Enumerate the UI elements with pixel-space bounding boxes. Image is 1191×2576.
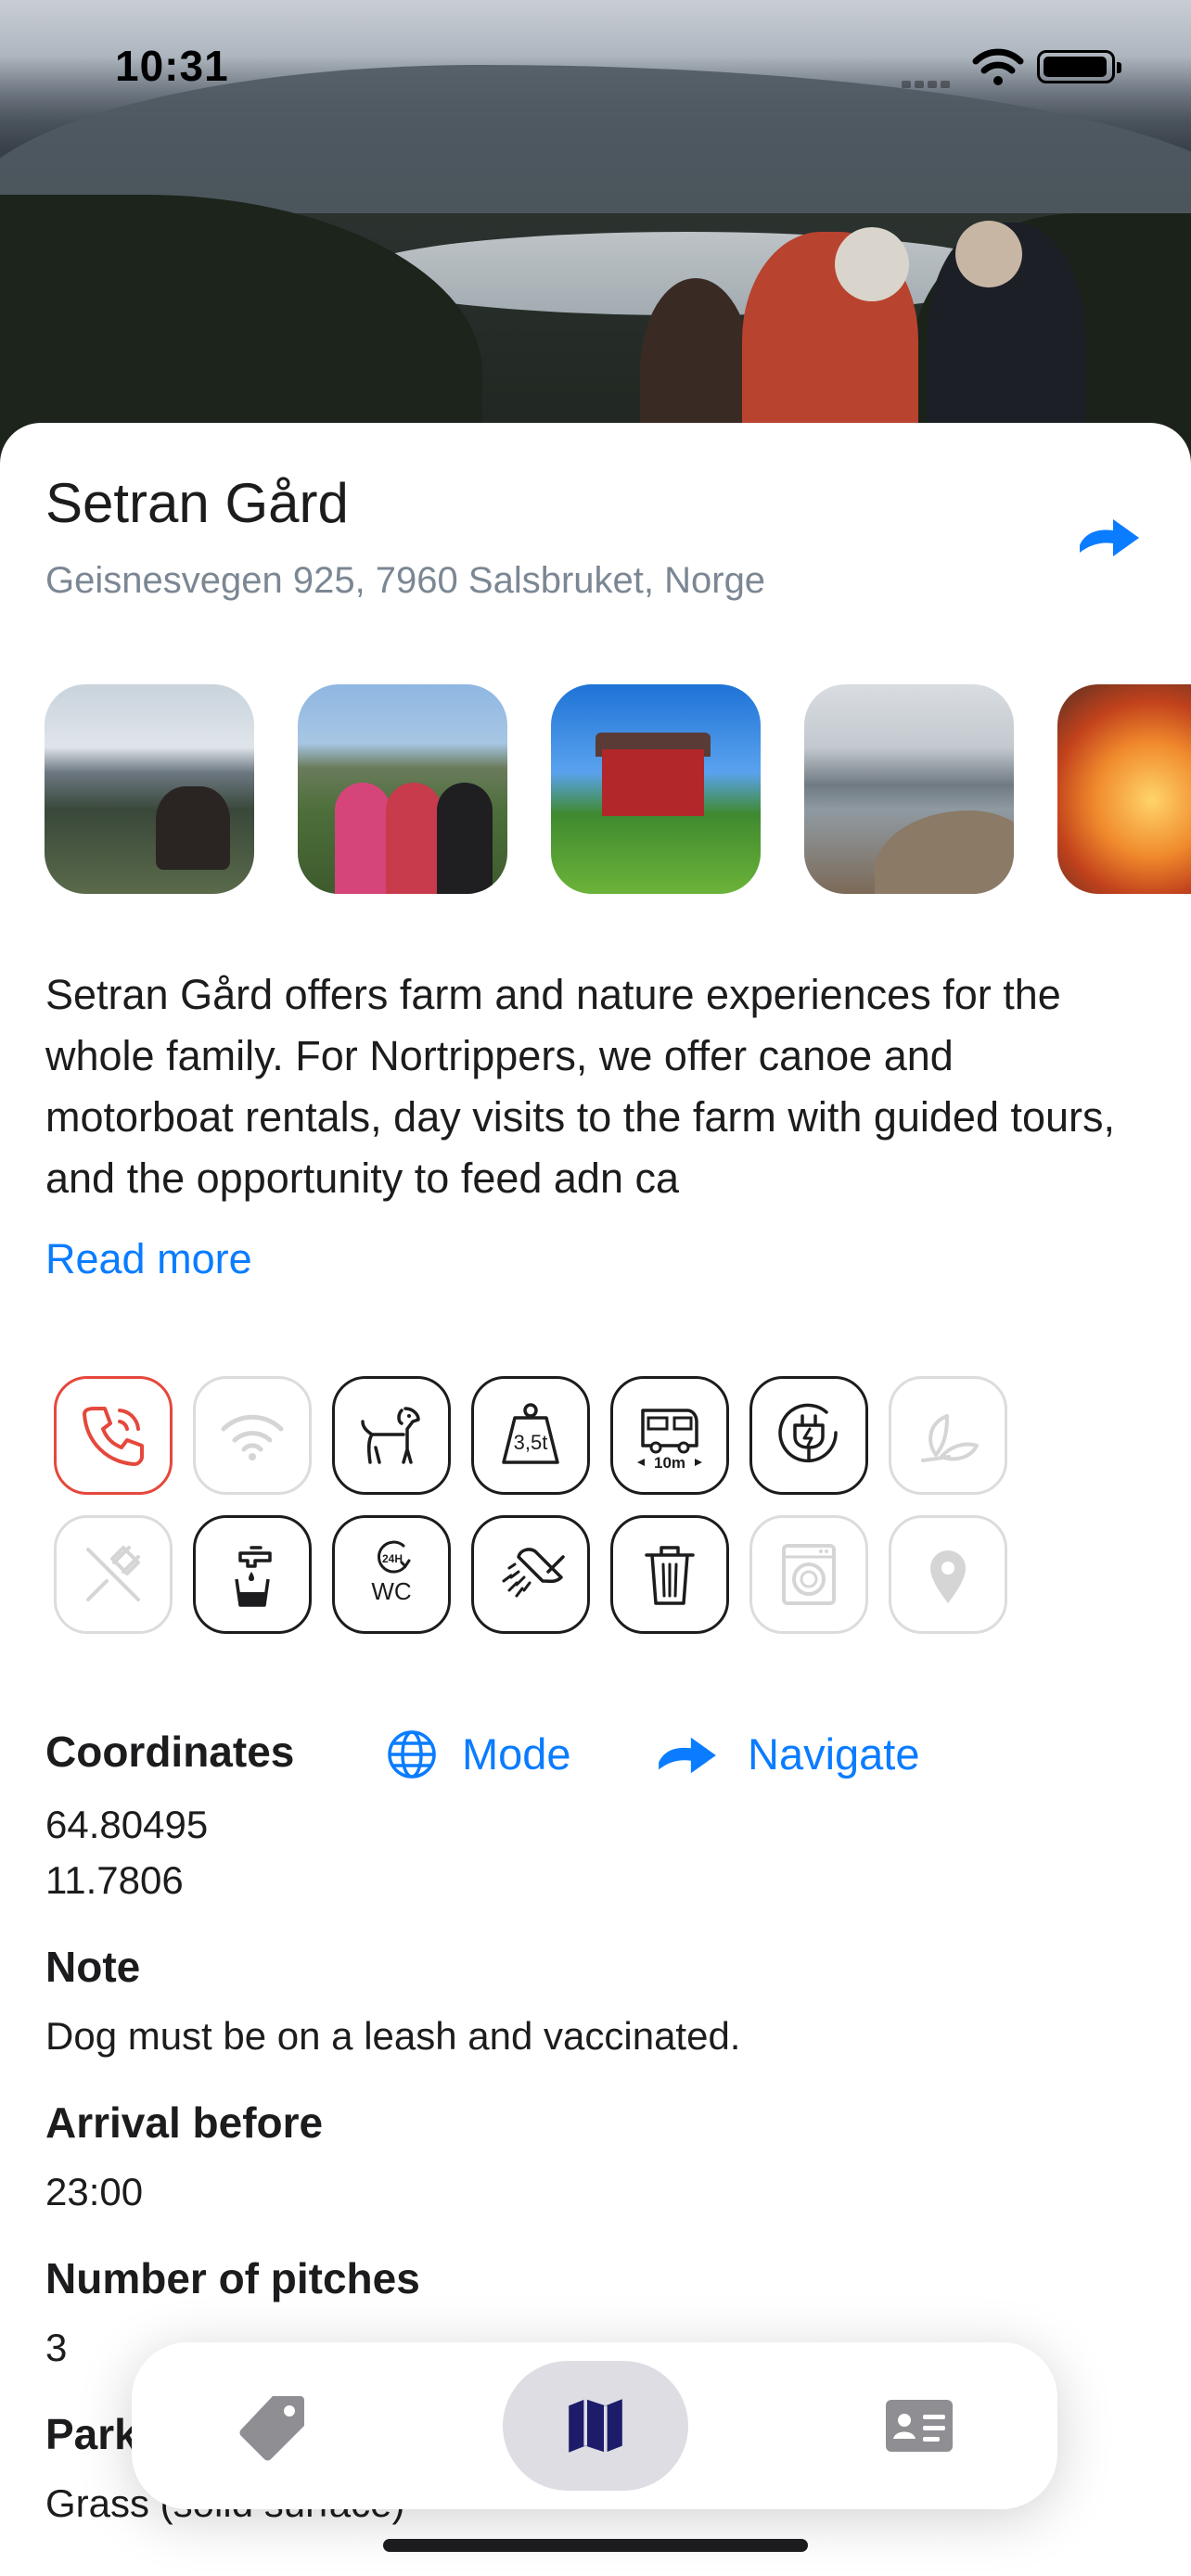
id-card-icon [886,2400,953,2452]
place-address: Geisnesvegen 925, 7960 Salsbruket, Norge [45,560,766,601]
water-tap-icon[interactable] [193,1515,312,1634]
location-pin-icon[interactable] [889,1515,1007,1634]
gallery-photo[interactable] [804,684,1014,894]
amenities-grid: 3,5t 10m 24H WC [54,1376,1074,1636]
status-time: 10:31 [115,42,229,90]
pitches-label: Number of pitches [45,2254,420,2302]
gallery-photo[interactable] [551,684,761,894]
dog-icon[interactable] [332,1376,451,1495]
tab-bar [132,2342,1057,2509]
read-more-link[interactable]: Read more [45,1235,252,1283]
weight-limit-icon[interactable]: 3,5t [471,1376,590,1495]
photo-gallery[interactable] [45,684,1191,894]
coordinates-label: Coordinates [45,1728,295,1776]
motorhome-length-icon[interactable]: 10m [610,1376,729,1495]
tab-tags[interactable] [180,2361,365,2491]
leaf-icon[interactable] [889,1376,1007,1495]
globe-icon[interactable] [386,1728,438,1780]
arrival-value: 23:00 [45,2170,144,2213]
home-indicator [383,2539,808,2552]
wc-24h-sublabel: 24H [382,1552,403,1565]
wifi-icon[interactable] [193,1376,312,1495]
trash-icon[interactable] [610,1515,729,1634]
arrival-label: Arrival before [45,2098,324,2147]
note-label: Note [45,1943,141,1991]
navigate-arrow-icon[interactable] [1076,512,1143,564]
mode-link[interactable]: Mode [462,1728,571,1779]
shower-icon[interactable] [471,1515,590,1634]
place-title: Setran Gård [45,472,349,534]
status-bar: 10:31 [0,0,1191,130]
wc-label: WC [371,1577,411,1605]
weight-limit-label: 3,5t [514,1431,548,1454]
cellular-signal-icon [902,76,955,88]
tab-profile[interactable] [826,2361,1012,2491]
gallery-photo[interactable] [45,684,254,894]
phone-icon[interactable] [54,1376,173,1495]
navigate-link[interactable]: Navigate [748,1728,920,1779]
note-value: Dog must be on a leash and vaccinated. [45,2014,741,2058]
longitude-value: 11.7806 [45,1858,184,1902]
electricity-icon[interactable] [749,1376,868,1495]
latitude-value: 64.80495 [45,1803,209,1846]
gallery-photo[interactable] [298,684,507,894]
wifi-status-icon [972,46,1024,87]
navigate-arrow-icon[interactable] [655,1730,720,1780]
tag-icon [239,2396,304,2461]
pitches-value: 3 [45,2326,68,2369]
restaurant-icon[interactable] [54,1515,173,1634]
wc-24h-icon[interactable]: 24H WC [332,1515,451,1634]
gallery-photo[interactable] [1057,684,1191,894]
place-description: Setran Gård offers farm and nature exper… [45,971,1116,1202]
map-icon [569,2399,622,2453]
tab-map[interactable] [503,2361,688,2491]
battery-icon [1037,50,1121,83]
motorhome-length-label: 10m [654,1454,685,1472]
washing-machine-icon[interactable] [749,1515,868,1634]
